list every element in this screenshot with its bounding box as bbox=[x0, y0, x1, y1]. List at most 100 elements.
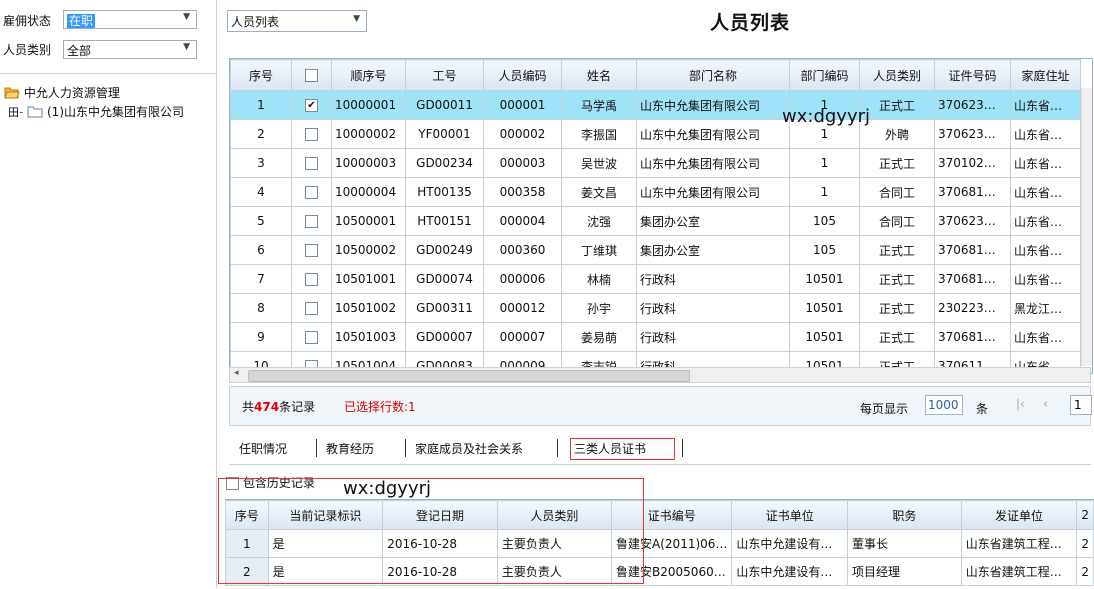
table-cell: 行政科 bbox=[636, 264, 790, 294]
select-all-checkbox[interactable] bbox=[305, 69, 318, 82]
table-row[interactable]: 3 10000003 GD00234 000003 吴世波 山东中允集团有限公司 1 正式工 3… bbox=[230, 148, 1081, 178]
column-header[interactable]: 2 bbox=[1076, 500, 1094, 530]
prev-page-icon[interactable]: ‹ bbox=[1043, 397, 1048, 412]
table-row[interactable]: 5 10500001 HT00151 000004 沈强 集团办公室 105 合同工 37062… bbox=[230, 206, 1081, 236]
table-cell: 项目经理 bbox=[847, 557, 962, 586]
column-header[interactable]: 序号 bbox=[230, 59, 292, 91]
column-header[interactable]: 部门名称 bbox=[636, 59, 790, 91]
table-cell: 000002 bbox=[483, 119, 562, 149]
row-checkbox[interactable] bbox=[305, 273, 318, 286]
column-header[interactable]: 人员编码 bbox=[483, 59, 562, 91]
table-cell: 000360 bbox=[483, 235, 562, 265]
column-header[interactable]: 家庭住址 bbox=[1010, 59, 1081, 91]
row-checkbox[interactable] bbox=[305, 244, 318, 257]
table-cell: 山东中允建设有… bbox=[731, 557, 848, 586]
table-row[interactable]: 8 10501002 GD00311 000012 孙宇 行政科 10501 正式工 23022… bbox=[230, 293, 1081, 323]
row-checkbox-cell[interactable] bbox=[291, 148, 332, 178]
row-checkbox-cell[interactable] bbox=[291, 322, 332, 352]
column-header[interactable]: 登记日期 bbox=[382, 500, 498, 530]
tree-node-company[interactable]: 田- (1)山东中允集团有限公司 bbox=[8, 103, 184, 120]
table-cell: 10000003 bbox=[331, 148, 406, 178]
column-header[interactable]: 序号 bbox=[225, 500, 269, 530]
table-cell: 山东中允集团有限公司 bbox=[636, 148, 790, 178]
person-category-select[interactable]: 全部 ▼ bbox=[63, 40, 197, 59]
row-checkbox[interactable] bbox=[305, 157, 318, 170]
row-checkbox-cell[interactable] bbox=[291, 177, 332, 207]
page-input[interactable] bbox=[1070, 395, 1092, 415]
row-checkbox-cell[interactable] bbox=[291, 206, 332, 236]
tab-certificates[interactable]: 三类人员证书 bbox=[570, 438, 675, 460]
table-cell: 000358 bbox=[483, 177, 562, 207]
row-checkbox-cell[interactable] bbox=[291, 235, 332, 265]
column-header[interactable]: 证书编号 bbox=[611, 500, 733, 530]
per-page-input[interactable] bbox=[925, 395, 963, 415]
employment-status-select[interactable]: 在职 ▼ bbox=[63, 10, 197, 29]
scroll-left-icon[interactable]: ◂ bbox=[234, 368, 239, 378]
table-cell: 沈强 bbox=[561, 206, 637, 236]
tree-node-label: (1)山东中允集团有限公司 bbox=[47, 105, 184, 119]
column-header[interactable]: 发证单位 bbox=[960, 500, 1078, 530]
column-header[interactable]: 证件号码 bbox=[934, 59, 1011, 91]
table-cell: 是 bbox=[267, 557, 384, 586]
chevron-down-icon[interactable]: ▼ bbox=[353, 14, 360, 24]
view-select[interactable]: 人员列表 ▼ bbox=[227, 10, 367, 32]
table-row[interactable]: 1 ✔ 10000001 GD00011 000001 马学禹 山东中允集团有限公司 1 正式工… bbox=[230, 90, 1081, 120]
table-cell: 李振国 bbox=[561, 119, 637, 149]
select-all-header[interactable] bbox=[291, 59, 332, 91]
include-history-checkbox[interactable] bbox=[226, 477, 239, 490]
row-checkbox-cell[interactable] bbox=[291, 119, 332, 149]
table-cell: 370623… bbox=[934, 206, 1011, 236]
table-row[interactable]: 2 是 2016-10-28 主要负责人 鲁建安B2005060… 山东中允建设有… 项目经… bbox=[225, 557, 1094, 586]
row-checkbox[interactable] bbox=[305, 302, 318, 315]
column-header[interactable]: 职务 bbox=[847, 500, 962, 530]
table-cell: 集团办公室 bbox=[636, 206, 790, 236]
column-header[interactable]: 人员类别 bbox=[859, 59, 935, 91]
column-header[interactable]: 当前记录标识 bbox=[267, 500, 384, 530]
tab-appointment[interactable]: 任职情况 bbox=[239, 440, 287, 457]
row-checkbox[interactable] bbox=[305, 331, 318, 344]
row-checkbox[interactable] bbox=[305, 128, 318, 141]
tree-expand-icon[interactable]: 田 bbox=[8, 106, 19, 119]
tab-education[interactable]: 教育经历 bbox=[326, 440, 374, 457]
table-row[interactable]: 7 10501001 GD00074 000006 林楠 行政科 10501 正式工 37068… bbox=[230, 264, 1081, 294]
table-row[interactable]: 9 10501003 GD00007 000007 姜易萌 行政科 10501 正式工 3706… bbox=[230, 322, 1081, 352]
row-checkbox-cell[interactable] bbox=[291, 293, 332, 323]
row-checkbox-cell[interactable] bbox=[291, 264, 332, 294]
table-row[interactable]: 6 10500002 GD00249 000360 丁维琪 集团办公室 105 正式工 3706… bbox=[230, 235, 1081, 265]
first-page-icon[interactable]: |‹ bbox=[1016, 397, 1025, 411]
table-cell: 林楠 bbox=[561, 264, 637, 294]
table-cell: 105 bbox=[789, 235, 860, 265]
table-cell: 9 bbox=[230, 322, 292, 352]
column-header[interactable]: 工号 bbox=[405, 59, 484, 91]
column-header[interactable]: 人员类别 bbox=[496, 500, 613, 530]
tab-family[interactable]: 家庭成员及社会关系 bbox=[415, 440, 523, 457]
horizontal-scrollbar[interactable]: ◂ bbox=[229, 367, 1091, 383]
column-header[interactable]: 姓名 bbox=[561, 59, 637, 91]
certificate-grid: 序号 当前记录标识 登记日期 人员类别 证书编号 证书单位 职务 发证单位 2 1 是 2016-1… bbox=[225, 499, 1094, 589]
column-header[interactable]: 顺序号 bbox=[331, 59, 406, 91]
table-row[interactable]: 2 10000002 YF00001 000002 李振国 山东中允集团有限公司 1 外聘 37… bbox=[230, 119, 1081, 149]
chevron-down-icon[interactable]: ▼ bbox=[183, 12, 190, 22]
row-checkbox-cell[interactable]: ✔ bbox=[291, 90, 332, 120]
table-cell: 230223… bbox=[934, 293, 1011, 323]
table-row[interactable]: 4 10000004 HT00135 000358 姜文昌 山东中允集团有限公司 1 合同工 3… bbox=[230, 177, 1081, 207]
row-checkbox[interactable]: ✔ bbox=[305, 99, 318, 112]
detail-tabs: 任职情况 教育经历 家庭成员及社会关系 三类人员证书 bbox=[229, 436, 1091, 464]
table-cell: 山东省… bbox=[1010, 322, 1081, 352]
tree-root[interactable]: 中允人力资源管理 bbox=[4, 84, 120, 101]
row-checkbox[interactable] bbox=[305, 215, 318, 228]
scrollbar-thumb[interactable] bbox=[248, 370, 690, 382]
table-cell: 山东省建筑工程… bbox=[960, 557, 1078, 586]
row-checkbox[interactable] bbox=[305, 186, 318, 199]
table-cell: 吴世波 bbox=[561, 148, 637, 178]
chevron-down-icon[interactable]: ▼ bbox=[183, 42, 190, 52]
table-cell: 正式工 bbox=[859, 148, 935, 178]
column-header[interactable]: 证书单位 bbox=[731, 500, 848, 530]
vertical-scrollbar[interactable] bbox=[1081, 88, 1092, 366]
table-cell: GD00311 bbox=[405, 293, 484, 323]
include-history[interactable]: 包含历史记录 bbox=[226, 474, 315, 491]
table-row[interactable]: 1 是 2016-10-28 主要负责人 鲁建安A(2011)06… 山东中允建设有… 董事… bbox=[225, 529, 1094, 558]
table-cell: 行政科 bbox=[636, 322, 790, 352]
column-header[interactable]: 部门编码 bbox=[789, 59, 860, 91]
table-cell: 000012 bbox=[483, 293, 562, 323]
